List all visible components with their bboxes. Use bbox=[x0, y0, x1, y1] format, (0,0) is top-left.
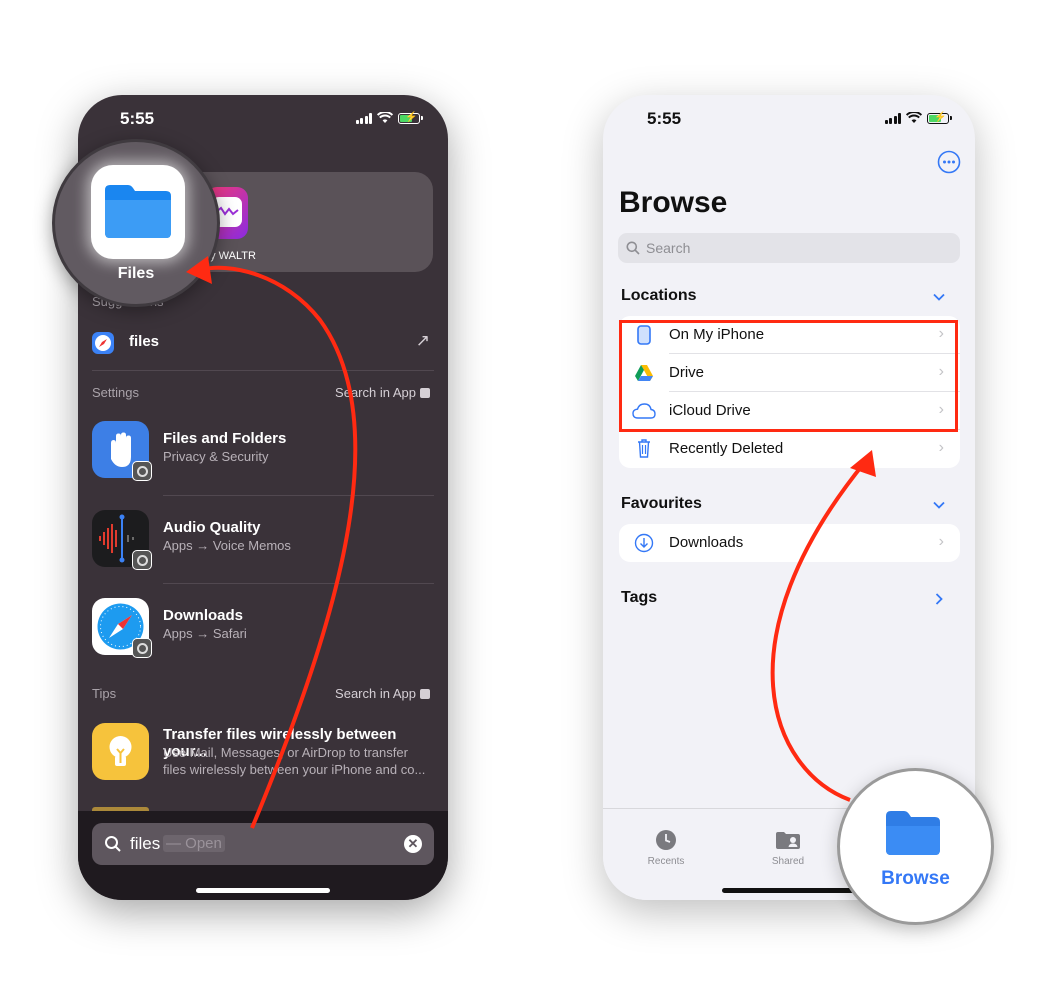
chevron-right-icon: › bbox=[938, 533, 944, 550]
settings-header: Settings bbox=[92, 385, 139, 400]
tips-search-in-app-link[interactable]: Search in App bbox=[335, 686, 430, 701]
settings-row-subtitle: Apps → Voice Memos bbox=[163, 538, 291, 553]
open-in-app-icon bbox=[420, 689, 430, 699]
tab-shared[interactable]: Shared bbox=[763, 829, 813, 869]
chevron-down-icon[interactable] bbox=[933, 501, 945, 509]
suggestion-row[interactable]: files ↗ bbox=[92, 331, 434, 357]
status-time: 5:55 bbox=[120, 109, 155, 128]
trash-icon bbox=[638, 439, 650, 458]
settings-row-audio-quality[interactable]: Audio Quality Apps → Voice Memos bbox=[92, 510, 434, 570]
safari-icon bbox=[92, 332, 114, 354]
settings-row-subtitle: Apps → Safari bbox=[163, 626, 247, 641]
open-in-app-icon bbox=[420, 388, 430, 398]
locations-header: Locations bbox=[621, 287, 697, 304]
settings-gear-icon bbox=[132, 550, 152, 570]
status-time: 5:55 bbox=[647, 109, 682, 128]
settings-row-title: Files and Folders bbox=[163, 430, 287, 447]
cellular-signal-icon bbox=[884, 112, 901, 124]
home-indicator bbox=[722, 888, 856, 893]
search-completion-hint: — Open bbox=[163, 835, 225, 852]
arrow-up-right-icon: ↗ bbox=[415, 331, 430, 350]
wifi-icon bbox=[377, 112, 393, 123]
search-icon bbox=[626, 241, 640, 255]
chevron-right-icon[interactable] bbox=[935, 593, 943, 605]
folder-icon bbox=[886, 811, 940, 855]
magnifier-browse-tab: Browse bbox=[837, 768, 994, 925]
files-app-label: Files bbox=[117, 265, 155, 282]
settings-gear-icon bbox=[132, 638, 152, 658]
chevron-right-icon: › bbox=[938, 439, 944, 456]
cellular-signal-icon bbox=[355, 112, 372, 124]
more-options-icon[interactable] bbox=[937, 150, 961, 174]
magnifier-files-app: Files bbox=[52, 139, 220, 307]
tips-lightbulb-icon bbox=[92, 723, 149, 780]
status-icons: ⚡ bbox=[355, 112, 423, 124]
divider bbox=[92, 370, 434, 371]
suggestion-label: files bbox=[129, 333, 160, 350]
tip-line-2: files wirelessly between your iPhone and… bbox=[163, 762, 426, 777]
tab-label: Recents bbox=[647, 856, 685, 867]
battery-icon: ⚡ bbox=[927, 112, 952, 124]
search-field[interactable]: Search bbox=[618, 233, 960, 263]
favourite-downloads[interactable]: Downloads › bbox=[619, 524, 960, 562]
settings-search-in-app-link[interactable]: Search in App bbox=[335, 385, 430, 400]
tab-recents[interactable]: Recents bbox=[641, 829, 691, 869]
search-placeholder: Search bbox=[646, 240, 691, 256]
settings-row-downloads[interactable]: Downloads Apps → Safari bbox=[92, 598, 434, 658]
search-in-app-label: Search in App bbox=[335, 686, 416, 701]
settings-row-title: Downloads bbox=[163, 607, 244, 624]
settings-row-files-and-folders[interactable]: Files and Folders Privacy & Security bbox=[92, 421, 434, 481]
tags-header: Tags bbox=[621, 589, 658, 606]
favourite-label: Downloads bbox=[669, 534, 744, 551]
tab-label: Shared bbox=[771, 856, 805, 867]
clock-icon bbox=[656, 830, 676, 850]
divider bbox=[163, 495, 434, 496]
location-label: Recently Deleted bbox=[669, 440, 784, 457]
search-icon bbox=[105, 836, 121, 852]
location-recently-deleted[interactable]: Recently Deleted › bbox=[619, 430, 960, 468]
battery-icon: ⚡ bbox=[398, 112, 423, 124]
status-icons: ⚡ bbox=[884, 112, 952, 124]
tip-line-1: Use Mail, Messages, or AirDrop to transf… bbox=[163, 745, 408, 760]
download-icon bbox=[634, 533, 654, 553]
tips-header: Tips bbox=[92, 686, 117, 701]
chevron-down-icon[interactable] bbox=[933, 293, 945, 301]
tab-browse-label[interactable]: Browse bbox=[840, 868, 991, 890]
page-title: Browse bbox=[619, 186, 728, 219]
spotlight-search-field[interactable]: files — Open ✕ bbox=[92, 823, 434, 865]
clear-search-icon[interactable]: ✕ bbox=[404, 835, 422, 853]
tip-row[interactable]: Transfer files wirelessly between your..… bbox=[92, 723, 434, 783]
locations-highlight-box bbox=[619, 320, 958, 432]
favourites-list: Downloads › bbox=[619, 524, 960, 562]
home-indicator bbox=[196, 888, 330, 893]
settings-gear-icon bbox=[132, 461, 152, 481]
search-in-app-label: Search in App bbox=[335, 385, 416, 400]
favourites-header: Favourites bbox=[621, 495, 702, 512]
settings-row-title: Audio Quality bbox=[163, 519, 261, 536]
search-query: files bbox=[130, 834, 161, 853]
settings-row-subtitle: Privacy & Security bbox=[163, 449, 269, 464]
folder-icon bbox=[105, 185, 171, 238]
files-app-icon[interactable] bbox=[91, 165, 185, 259]
divider bbox=[163, 583, 434, 584]
shared-folder-icon bbox=[776, 832, 800, 849]
wifi-icon bbox=[906, 112, 922, 123]
